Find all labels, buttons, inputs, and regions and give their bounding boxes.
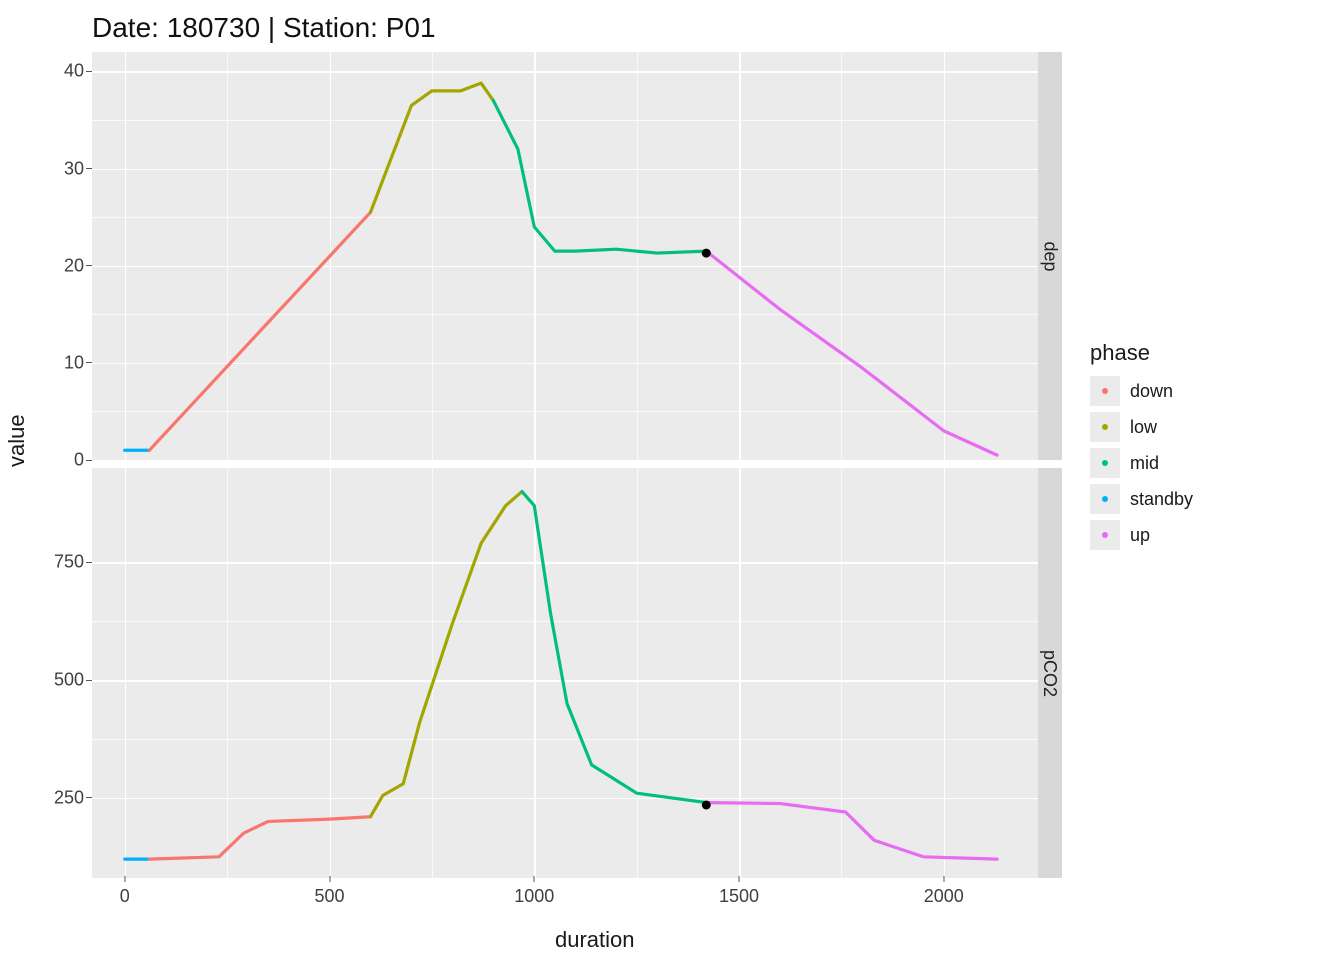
legend: phase down low mid standby up [1090, 340, 1320, 556]
legend-label: standby [1130, 489, 1193, 510]
legend-item-mid: mid [1090, 448, 1320, 478]
facet-label-pco2: pCO2 [1040, 649, 1061, 696]
series-up [706, 251, 997, 455]
legend-item-up: up [1090, 520, 1320, 550]
y-tick-label: 10 [64, 352, 92, 373]
y-tick-label: 250 [54, 787, 92, 808]
plot-container: Date: 180730 | Station: P01 value durati… [0, 0, 1344, 960]
y-tick-label: 40 [64, 61, 92, 82]
plot-area: 010203040 dep 250500750 pCO2 0 500 1000 150… [92, 52, 1062, 912]
x-tick-label: 1000 [514, 886, 554, 907]
legend-dot-icon [1102, 532, 1108, 538]
x-axis-label: duration [555, 927, 635, 953]
series-mid [493, 101, 706, 254]
legend-swatch [1090, 412, 1120, 442]
legend-dot-icon [1102, 388, 1108, 394]
y-tick-label: 500 [54, 670, 92, 691]
legend-item-standby: standby [1090, 484, 1320, 514]
legend-dot-icon [1102, 496, 1108, 502]
legend-label: low [1130, 417, 1157, 438]
y-axis-label: value [4, 414, 30, 467]
facet-panel-pco2: 250500750 [92, 468, 1038, 878]
facet-panel-dep: 010203040 [92, 52, 1038, 460]
legend-item-low: low [1090, 412, 1320, 442]
facet-label-dep: dep [1040, 241, 1061, 271]
series-down [149, 212, 370, 450]
legend-label: up [1130, 525, 1150, 546]
marker-point [702, 800, 711, 809]
legend-label: mid [1130, 453, 1159, 474]
page-title: Date: 180730 | Station: P01 [92, 12, 436, 44]
legend-title: phase [1090, 340, 1320, 366]
legend-item-down: down [1090, 376, 1320, 406]
x-tick-label: 1500 [719, 886, 759, 907]
legend-dot-icon [1102, 460, 1108, 466]
legend-swatch [1090, 448, 1120, 478]
facet-strip-pco2: pCO2 [1038, 468, 1062, 878]
x-tick-row: 0 500 1000 1500 2000 [92, 882, 1038, 912]
y-tick-label: 30 [64, 158, 92, 179]
series-low [370, 492, 522, 817]
y-tick-label: 0 [74, 450, 92, 471]
y-tick-label: 750 [54, 552, 92, 573]
y-tick-label: 20 [64, 255, 92, 276]
legend-swatch [1090, 520, 1120, 550]
marker-point [702, 249, 711, 258]
legend-label: down [1130, 381, 1173, 402]
series-mid [522, 492, 706, 803]
x-tick-label: 2000 [924, 886, 964, 907]
facet-strip-dep: dep [1038, 52, 1062, 460]
series-up [706, 803, 997, 860]
legend-swatch [1090, 484, 1120, 514]
legend-dot-icon [1102, 424, 1108, 430]
series-down [149, 817, 370, 859]
legend-swatch [1090, 376, 1120, 406]
x-tick-label: 500 [314, 886, 344, 907]
x-tick-label: 0 [120, 886, 130, 907]
